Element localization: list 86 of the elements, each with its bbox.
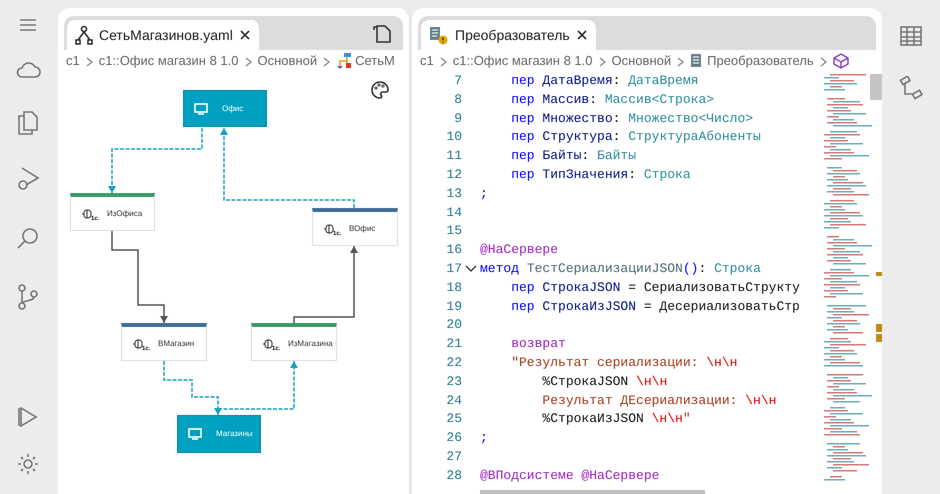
code-line: @ВПодсистеме @НаСервере <box>480 468 660 483</box>
breadcrumb-item[interactable]: СетьМ <box>336 51 395 71</box>
source-control-icon[interactable] <box>17 284 39 310</box>
line-number: 27 <box>446 448 462 466</box>
table-icon[interactable] <box>900 26 922 46</box>
monitor-icon <box>188 428 202 440</box>
cloud-icon[interactable] <box>15 60 41 80</box>
chevron-icon <box>677 56 684 67</box>
menu-icon[interactable] <box>18 18 38 32</box>
code-line: пер СтрокаJSON = СериализоватьСтрукту <box>510 280 800 295</box>
editor-tab[interactable]: Преобразователь <box>421 20 596 50</box>
flowchart-icon <box>336 53 352 69</box>
line-number: 13 <box>446 184 462 203</box>
line-number: 20 <box>446 316 462 334</box>
breadcrumb-item[interactable]: Преобразователь <box>690 51 814 71</box>
close-icon[interactable] <box>576 29 588 41</box>
line-number: 15 <box>446 222 462 240</box>
cube-icon[interactable] <box>832 53 849 69</box>
line-number: 28 <box>446 466 462 485</box>
line-number: 22 <box>446 354 462 372</box>
line-number: 16 <box>446 241 462 260</box>
run-debug-icon[interactable] <box>16 166 40 192</box>
breadcrumb-item[interactable]: Основной <box>258 51 318 71</box>
code-line: "Результат сериализации: \н\н <box>510 354 738 370</box>
device-node[interactable]: Офис <box>183 90 267 127</box>
line-number: 26 <box>446 429 462 448</box>
hierarchy-icon[interactable] <box>899 76 923 100</box>
palette-icon[interactable] <box>370 80 390 100</box>
chevron-icon <box>598 56 606 67</box>
plug-icon <box>81 208 93 218</box>
code-line: возврат <box>510 336 566 352</box>
plug-icon <box>132 338 144 348</box>
line-number: 11 <box>446 147 462 166</box>
code-line: %СтрокаJSON \н\н <box>541 374 668 389</box>
line-number: 17 <box>446 260 462 278</box>
close-icon[interactable] <box>238 29 251 41</box>
line-number: 25 <box>446 410 462 428</box>
breadcrumb-item[interactable]: c1 <box>66 51 80 71</box>
collapse-chevron-icon[interactable] <box>465 265 477 274</box>
code-line: %СтрокаИзJSON \н\н" <box>541 411 691 426</box>
chevron-icon <box>244 56 252 67</box>
code-line: пер Массив: Массив<Строка> <box>510 92 714 107</box>
search-icon[interactable] <box>16 226 40 250</box>
settings-icon[interactable] <box>16 452 40 476</box>
horizontal-scrollbar[interactable] <box>480 490 705 494</box>
chevron-icon <box>440 56 447 67</box>
code-line: пер ДатаВремя: ДатаВремя <box>510 73 698 88</box>
editor-tab[interactable]: СетьМагазинов.yaml <box>67 20 259 50</box>
line-number: 12 <box>446 166 462 184</box>
copy-icon[interactable] <box>371 22 393 43</box>
breadcrumb-item[interactable]: Основной <box>612 51 672 71</box>
chevron-icon <box>820 56 827 67</box>
code-line: пер Множество: Множество<Число> <box>510 110 754 126</box>
line-number: 19 <box>446 298 462 316</box>
code-line: метод ТестСериализацииJSON(): Строка <box>480 260 761 276</box>
line-number: 8 <box>454 90 462 109</box>
monitor-icon <box>194 102 208 114</box>
plug-icon <box>323 224 335 234</box>
line-number: 18 <box>446 278 462 297</box>
code-line: ; <box>480 430 488 446</box>
document-warning-icon <box>429 25 449 45</box>
code-line: пер СтрокаИзJSON = ДесериализоватьСтр <box>510 298 800 314</box>
code-line: ; <box>480 186 488 201</box>
code-line: пер ТипЗначения: Строка <box>510 166 691 182</box>
files-icon[interactable] <box>17 110 39 136</box>
line-number: 7 <box>454 72 462 90</box>
device-node[interactable]: Магазины <box>177 415 261 453</box>
diagram-icon <box>75 25 93 45</box>
line-number: 24 <box>446 392 462 410</box>
code-line: пер Структура: СтруктураАбоненты <box>510 129 761 144</box>
connector-arrow <box>163 361 222 415</box>
code-line: @НаСервере <box>480 242 558 258</box>
code-line: Результат ДЕсериализации: \н\н <box>541 392 776 408</box>
line-number: 21 <box>446 335 462 354</box>
line-number: 10 <box>446 128 462 146</box>
run-all-icon[interactable] <box>17 406 39 428</box>
code-line: пер Байты: Байты <box>510 148 636 164</box>
chevron-icon <box>323 56 330 67</box>
breadcrumb-item[interactable]: c1::Офис магазин 8 1.0 <box>452 51 593 71</box>
line-number: 14 <box>446 204 462 222</box>
line-number: 9 <box>454 110 462 128</box>
plug-icon <box>262 338 274 348</box>
chevron-icon <box>86 56 93 67</box>
line-number: 23 <box>446 372 462 391</box>
breadcrumb-item[interactable]: c1::Офис магазин 8 1.0 <box>98 51 239 71</box>
breadcrumb-item[interactable]: c1 <box>420 51 434 71</box>
